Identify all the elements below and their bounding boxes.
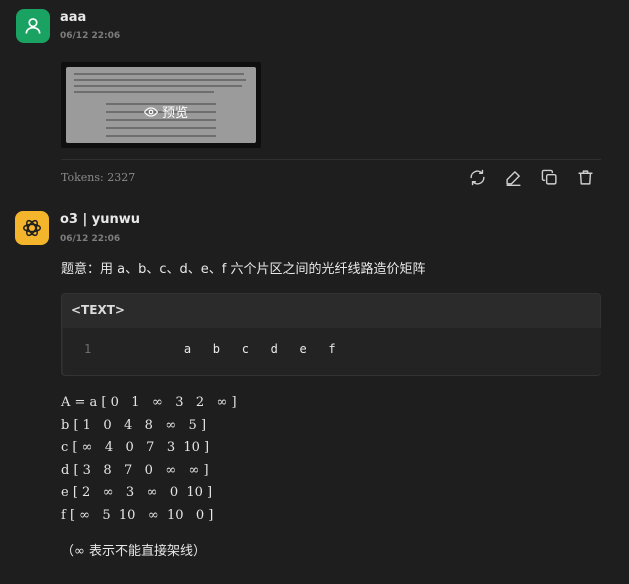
bot-avatar: [15, 211, 49, 245]
code-body: 1 a b c d e f: [63, 328, 601, 375]
attached-image[interactable]: 预览: [61, 62, 261, 148]
question-text: 题意：用 a、b、c、d、e、f 六个片区之间的光纤线路造价矩阵: [61, 262, 426, 277]
line-number: 1: [84, 342, 92, 356]
delete-button[interactable]: [577, 169, 594, 186]
refresh-icon: [470, 169, 485, 186]
token-count: Tokens: 2327: [61, 171, 136, 184]
user-icon: [25, 18, 41, 34]
bot-name: o3 | yunwu: [60, 212, 141, 227]
image-thumbnail: 预览: [66, 67, 256, 143]
cost-matrix: A = a [ 0 1 ∞ 3 2 ∞ ] b [ 1 0 4 8 ∞ 5 ] …: [61, 392, 237, 527]
regenerate-button[interactable]: [469, 169, 486, 186]
matrix-row: A = a [ 0 1 ∞ 3 2 ∞ ]: [61, 395, 237, 410]
user-name: aaa: [60, 10, 87, 25]
matrix-row: c [ ∞ 4 0 7 3 10 ]: [61, 440, 210, 455]
code-line: a b c d e f: [155, 342, 336, 356]
user-timestamp: 06/12 22:06: [60, 31, 121, 41]
matrix-row: e [ 2 ∞ 3 ∞ 0 10 ]: [61, 485, 213, 500]
matrix-row: b [ 1 0 4 8 ∞ 5 ]: [61, 417, 207, 433]
user-avatar: [16, 9, 50, 43]
edit-button[interactable]: [505, 169, 522, 186]
code-language-label: <TEXT>: [71, 303, 125, 317]
preview-button[interactable]: 预览: [144, 102, 188, 121]
matrix-row: d [ 3 8 7 0 ∞ ∞ ]: [61, 462, 209, 478]
eye-icon: [144, 106, 158, 117]
matrix-row: f [ ∞ 5 10 ∞ 10 0 ]: [61, 507, 214, 523]
footnote: （∞ 表示不能直接架线）: [61, 544, 206, 559]
code-block: <TEXT> 1 a b c d e f: [61, 293, 601, 376]
bot-timestamp: 06/12 22:06: [60, 234, 121, 244]
edit-icon: [506, 171, 521, 186]
openai-icon: [23, 219, 41, 237]
trash-icon: [578, 170, 593, 185]
copy-icon: [541, 169, 557, 185]
divider: [61, 159, 601, 160]
preview-label: 预览: [162, 106, 189, 121]
copy-button[interactable]: [541, 169, 558, 186]
